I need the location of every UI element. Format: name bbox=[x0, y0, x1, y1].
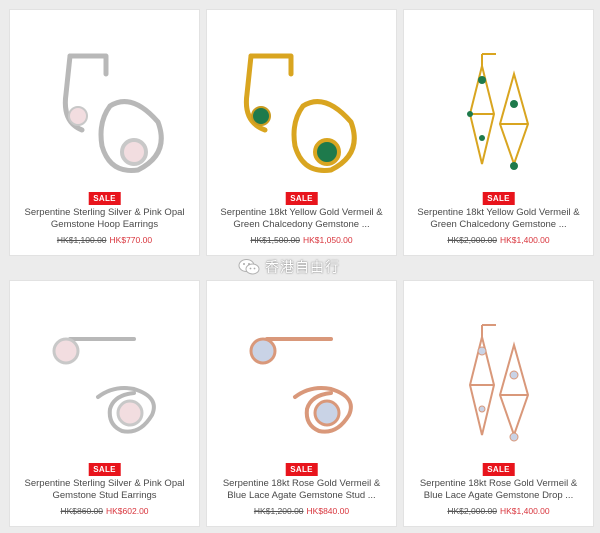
product-title[interactable]: Serpentine 18kt Rose Gold Vermeil & Blue… bbox=[410, 478, 587, 502]
product-card[interactable]: SALE Serpentine Sterling Silver & Pink O… bbox=[10, 10, 199, 255]
product-title[interactable]: Serpentine 18kt Yellow Gold Vermeil & Gr… bbox=[213, 207, 390, 231]
original-price: HK$1,100.00 bbox=[56, 235, 107, 245]
product-title[interactable]: Serpentine 18kt Rose Gold Vermeil & Blue… bbox=[213, 478, 390, 502]
original-price: HK$2,000.00 bbox=[447, 235, 497, 245]
sale-badge: SALE bbox=[88, 192, 121, 205]
sale-badge: SALE bbox=[482, 463, 515, 476]
product-card[interactable]: SALE Serpentine Sterling Silver & Pink O… bbox=[10, 281, 199, 526]
product-card[interactable]: SALE Serpentine 18kt Yellow Gold Vermeil… bbox=[207, 10, 396, 255]
sale-price: HK$840.00 bbox=[306, 506, 350, 516]
price-line: HK$1,200.00 HK$840.00 bbox=[207, 506, 396, 516]
sale-badge: SALE bbox=[285, 192, 318, 205]
silver-pink-opal-stud-earrings-icon[interactable] bbox=[10, 285, 199, 461]
gold-green-chalcedony-hoop-earrings-icon[interactable] bbox=[207, 14, 396, 190]
rose-gold-blue-lace-agate-stud-earrings-icon[interactable] bbox=[207, 285, 396, 461]
product-title[interactable]: Serpentine 18kt Yellow Gold Vermeil & Gr… bbox=[410, 207, 587, 231]
sale-price: HK$770.00 bbox=[109, 235, 153, 245]
product-row: SALE Serpentine Sterling Silver & Pink O… bbox=[0, 271, 600, 533]
sale-price: HK$1,400.00 bbox=[500, 235, 550, 245]
original-price: HK$860.00 bbox=[60, 506, 103, 516]
price-line: HK$1,500.00 HK$1,050.00 bbox=[207, 235, 396, 245]
original-price: HK$1,200.00 bbox=[253, 506, 304, 516]
price-line: HK$2,000.00 HK$1,400.00 bbox=[404, 235, 593, 245]
sale-badge: SALE bbox=[285, 463, 318, 476]
rose-gold-blue-lace-agate-drop-earrings-icon[interactable] bbox=[404, 285, 593, 461]
product-card[interactable]: SALE Serpentine 18kt Yellow Gold Vermeil… bbox=[404, 10, 593, 255]
price-line: HK$860.00 HK$602.00 bbox=[10, 506, 199, 516]
price-line: HK$1,100.00 HK$770.00 bbox=[10, 235, 199, 245]
sale-price: HK$1,400.00 bbox=[500, 506, 550, 516]
product-title[interactable]: Serpentine Sterling Silver & Pink Opal G… bbox=[16, 207, 193, 231]
product-row: SALE Serpentine Sterling Silver & Pink O… bbox=[0, 0, 600, 262]
sale-price: HK$1,050.00 bbox=[303, 235, 353, 245]
gold-green-chalcedony-drop-earrings-icon[interactable] bbox=[404, 14, 593, 190]
original-price: HK$1,500.00 bbox=[250, 235, 300, 245]
product-title[interactable]: Serpentine Sterling Silver & Pink Opal G… bbox=[16, 478, 193, 502]
sale-badge: SALE bbox=[482, 192, 515, 205]
original-price: HK$2,000.00 bbox=[447, 506, 497, 516]
product-card[interactable]: SALE Serpentine 18kt Rose Gold Vermeil &… bbox=[404, 281, 593, 526]
sale-price: HK$602.00 bbox=[106, 506, 149, 516]
silver-pink-opal-hoop-earrings-icon[interactable] bbox=[10, 14, 199, 190]
price-line: HK$2,000.00 HK$1,400.00 bbox=[404, 506, 593, 516]
product-card[interactable]: SALE Serpentine 18kt Rose Gold Vermeil &… bbox=[207, 281, 396, 526]
sale-badge: SALE bbox=[88, 463, 121, 476]
